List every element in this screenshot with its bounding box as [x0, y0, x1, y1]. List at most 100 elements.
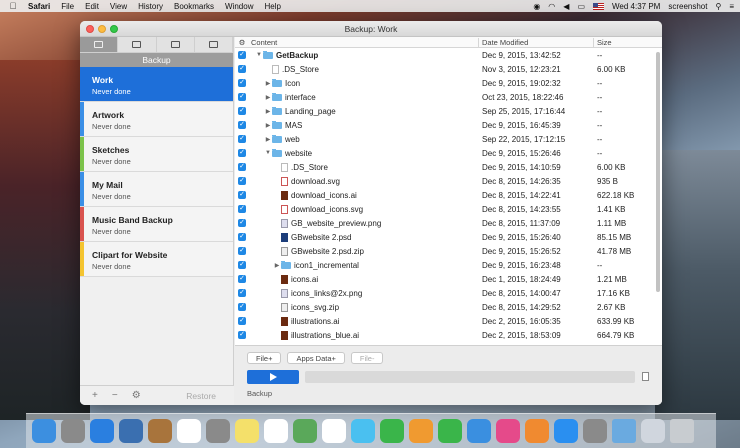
stickies-icon[interactable]	[235, 419, 259, 443]
row-checkbox[interactable]: ✓	[238, 121, 246, 129]
row-checkbox[interactable]: ✓	[238, 289, 246, 297]
table-row[interactable]: ✓ GBwebsite 2.psd.zip Dec 9, 2015, 15:26:5…	[235, 244, 662, 258]
tab-tasks[interactable]	[118, 37, 157, 52]
table-row[interactable]: ✓ ▶ Landing_page Sep 25, 2015, 17:16:44 --	[235, 104, 662, 118]
table-row[interactable]: ✓ .DS_Store Nov 3, 2015, 12:23:21 6.00 KB	[235, 62, 662, 76]
scrollbar[interactable]	[656, 52, 660, 292]
row-checkbox[interactable]: ✓	[238, 149, 246, 157]
menu-bookmarks[interactable]: Bookmarks	[174, 2, 214, 11]
row-checkbox[interactable]: ✓	[238, 205, 246, 213]
row-checkbox[interactable]: ✓	[238, 331, 246, 339]
table-row[interactable]: ✓ icons_svg.zip Dec 8, 2015, 14:29:52 2.67 …	[235, 300, 662, 314]
ibooks-icon[interactable]	[525, 419, 549, 443]
column-date[interactable]: Date Modified	[479, 37, 594, 47]
row-checkbox[interactable]: ✓	[238, 303, 246, 311]
table-row[interactable]: ✓ ▼ GetBackup Dec 9, 2015, 13:42:52 --	[235, 48, 662, 62]
menu-file[interactable]: File	[61, 2, 74, 11]
finder-icon[interactable]	[32, 419, 56, 443]
numbers-icon[interactable]	[438, 419, 462, 443]
table-row[interactable]: ✓ download_icons.ai Dec 8, 2015, 14:22:41 6…	[235, 188, 662, 202]
facetime-icon[interactable]	[380, 419, 404, 443]
menubar-user[interactable]: screenshot	[668, 2, 707, 11]
start-backup-button[interactable]	[247, 370, 299, 384]
itunes-icon[interactable]	[496, 419, 520, 443]
tab-backups[interactable]	[80, 37, 119, 52]
photos-icon[interactable]	[322, 419, 346, 443]
table-row[interactable]: ✓ ▶ interface Oct 23, 2015, 18:22:46 --	[235, 90, 662, 104]
apple-icon[interactable]: 	[8, 1, 18, 11]
disclosure-triangle-icon[interactable]: ▼	[264, 150, 272, 156]
column-size[interactable]: Size	[594, 38, 612, 47]
add-apps-data-button[interactable]: Apps Data+	[287, 352, 345, 364]
row-checkbox[interactable]: ✓	[238, 177, 246, 185]
remove-file-button[interactable]: File-	[350, 352, 384, 364]
menu-history[interactable]: History	[138, 2, 163, 11]
row-checkbox[interactable]: ✓	[238, 191, 246, 199]
row-checkbox[interactable]: ✓	[238, 275, 246, 283]
calendar-icon[interactable]	[177, 419, 201, 443]
keynote-icon[interactable]	[467, 419, 491, 443]
backup-status-icon[interactable]: ◉	[533, 2, 540, 11]
backup-item-work[interactable]: Work Never done	[80, 67, 233, 102]
table-row[interactable]: ✓ ▶ icon1_incremental Dec 9, 2015, 16:23:48…	[235, 258, 662, 272]
row-checkbox[interactable]: ✓	[238, 51, 246, 59]
menu-edit[interactable]: Edit	[85, 2, 99, 11]
menu-app[interactable]: Safari	[28, 2, 50, 11]
system-preferences-icon[interactable]	[583, 419, 607, 443]
table-row[interactable]: ✓ GB_website_preview.png Dec 8, 2015, 11:3…	[235, 216, 662, 230]
row-checkbox[interactable]: ✓	[238, 79, 246, 87]
remove-backup-button[interactable]: −	[112, 390, 118, 401]
table-row[interactable]: ✓ download.svg Dec 8, 2015, 14:26:35 935 B	[235, 174, 662, 188]
row-checkbox[interactable]: ✓	[238, 219, 246, 227]
folder-icon[interactable]	[612, 419, 636, 443]
notification-center-icon[interactable]: ≡	[729, 2, 734, 11]
row-checkbox[interactable]: ✓	[238, 135, 246, 143]
tab-sync[interactable]	[195, 37, 233, 52]
preview-icon[interactable]	[119, 419, 143, 443]
app-store-icon[interactable]	[554, 419, 578, 443]
table-row[interactable]: ✓ icons_links@2x.png Dec 8, 2015, 14:00:47…	[235, 286, 662, 300]
backup-item-artwork[interactable]: Artwork Never done	[80, 102, 233, 137]
launchpad-icon[interactable]	[61, 419, 85, 443]
input-source-flag-icon[interactable]	[593, 2, 604, 10]
row-checkbox[interactable]: ✓	[238, 107, 246, 115]
table-row[interactable]: ✓ GBwebsite 2.psd Dec 9, 2015, 15:26:40 85.…	[235, 230, 662, 244]
table-row[interactable]: ✓ ▶ web Sep 22, 2015, 17:12:15 --	[235, 132, 662, 146]
row-checkbox[interactable]: ✓	[238, 317, 246, 325]
row-checkbox[interactable]: ✓	[238, 247, 246, 255]
backup-item-clipart[interactable]: Clipart for Website Never done	[80, 242, 233, 277]
add-backup-button[interactable]: +	[92, 390, 98, 401]
battery-icon[interactable]: ▭	[577, 2, 585, 11]
display-icon[interactable]	[641, 419, 665, 443]
photo-booth-icon[interactable]	[206, 419, 230, 443]
notes-book-icon[interactable]	[148, 419, 172, 443]
menubar-clock[interactable]: Wed 4:37 PM	[612, 2, 660, 11]
disclosure-triangle-icon[interactable]: ▶	[264, 108, 272, 115]
spotlight-icon[interactable]: ⚲	[715, 2, 721, 11]
disclosure-triangle-icon[interactable]: ▶	[273, 262, 281, 269]
backup-item-my-mail[interactable]: My Mail Never done	[80, 172, 233, 207]
row-checkbox[interactable]: ✓	[238, 233, 246, 241]
table-row[interactable]: ✓ ▶ MAS Dec 9, 2015, 16:45:39 --	[235, 118, 662, 132]
gear-icon[interactable]: ⚙	[132, 390, 141, 401]
disclosure-triangle-icon[interactable]: ▼	[255, 52, 263, 58]
trash-icon[interactable]	[670, 419, 694, 443]
table-row[interactable]: ✓ icons.ai Dec 1, 2015, 18:24:49 1.21 MB	[235, 272, 662, 286]
disclosure-triangle-icon[interactable]: ▶	[264, 136, 272, 143]
safari-icon[interactable]	[90, 419, 114, 443]
disclosure-triangle-icon[interactable]: ▶	[264, 122, 272, 129]
add-file-button[interactable]: File+	[247, 352, 282, 364]
pages-icon[interactable]	[409, 419, 433, 443]
table-row[interactable]: ✓ illustrations.ai Dec 2, 2015, 16:05:35 63…	[235, 314, 662, 328]
backup-item-sketches[interactable]: Sketches Never done	[80, 137, 233, 172]
row-checkbox[interactable]: ✓	[238, 261, 246, 269]
table-row[interactable]: ✓ ▶ Icon Dec 9, 2015, 19:02:32 --	[235, 76, 662, 90]
menu-help[interactable]: Help	[264, 2, 280, 11]
log-icon[interactable]	[642, 372, 649, 381]
maps-icon[interactable]	[293, 419, 317, 443]
wifi-icon[interactable]: ◠	[548, 2, 555, 11]
restore-button[interactable]: Restore	[186, 391, 216, 401]
menu-view[interactable]: View	[110, 2, 127, 11]
disclosure-triangle-icon[interactable]: ▶	[264, 80, 272, 87]
menu-window[interactable]: Window	[225, 2, 253, 11]
